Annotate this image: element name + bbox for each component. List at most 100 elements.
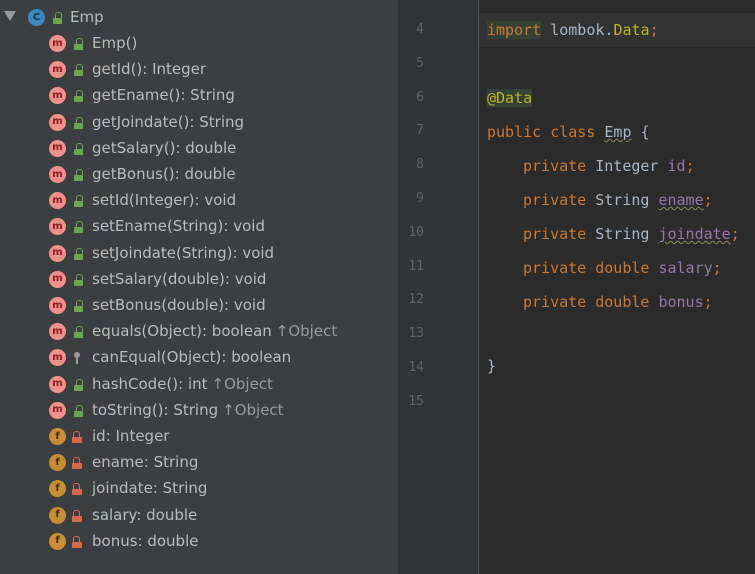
method-icon: m (49, 35, 66, 52)
tree-method-row[interactable]: m hashCode(): int ↑Object (0, 373, 398, 397)
tree-method-row[interactable]: m equals(Object): boolean ↑Object (0, 320, 398, 344)
tree-field-row[interactable]: f bonus: double (0, 530, 398, 554)
method-icon: m (49, 401, 66, 419)
method-signature: setId(Integer): void (92, 191, 236, 209)
member-signature-text: canEqual(Object): boolean (92, 348, 292, 367)
method-icon: m (49, 61, 66, 79)
member-signature-text: toString(): String (92, 400, 219, 419)
member-signature-text: getId(): Integer (92, 60, 207, 79)
line-number: 8 (416, 157, 424, 173)
member-signature-text: setEname(String): void (92, 217, 265, 236)
line-number: 11 (408, 258, 424, 274)
inherited-from-label: ↑Object (222, 400, 284, 419)
field-signature: bonus: double (92, 532, 198, 550)
method-signature: setSalary(double): void (92, 270, 266, 288)
line-number: 5 (416, 55, 424, 71)
tree-method-row[interactable]: m setBonus(double): void (0, 294, 398, 318)
method-icon: m (49, 349, 66, 367)
method-signature: setEname(String): void (92, 217, 265, 235)
member-signature-text: hashCode(): int (92, 374, 208, 393)
line-number: 10 (408, 224, 424, 240)
tree-method-row[interactable]: m setSalary(double): void (0, 268, 398, 292)
public-visibility-icon (74, 142, 84, 155)
method-signature: toString(): String ↑Object (92, 401, 284, 419)
public-visibility-icon (74, 404, 84, 417)
field-signature: joindate: String (92, 479, 207, 497)
line-number: 15 (408, 393, 424, 409)
method-signature: hashCode(): int ↑Object (92, 375, 273, 393)
public-visibility-icon (74, 64, 84, 77)
tree-method-row[interactable]: m getJoindate(): String (0, 111, 398, 135)
method-signature: canEqual(Object): boolean (92, 348, 291, 366)
line-number: 14 (408, 360, 424, 375)
field-signature: salary: double (92, 506, 197, 524)
method-icon: m (49, 166, 66, 183)
method-icon: m (49, 139, 66, 157)
tree-method-row[interactable]: m setEname(String): void (0, 215, 398, 239)
tree-method-row[interactable]: m getEname(): String (0, 84, 398, 108)
method-signature: getSalary(): double (92, 139, 236, 157)
inherited-from-label: ↑Object (275, 322, 338, 341)
collapse-arrow-icon[interactable] (4, 11, 16, 21)
tree-method-row[interactable]: m getBonus(): double (0, 163, 398, 187)
line-number: 12 (408, 292, 424, 308)
code-line-field: private String joindate; (523, 225, 740, 243)
code-line-class-close: } (487, 357, 497, 375)
member-signature-text: id: Integer (92, 427, 170, 445)
member-signature-text: salary: double (92, 505, 198, 524)
tree-root-class[interactable]: C Emp (0, 6, 398, 30)
code-editor[interactable]: import lombok.Data; @Data public class E… (479, 0, 755, 574)
tree-method-row[interactable]: m setJoindate(String): void (0, 242, 398, 266)
code-line-import: import lombok.Data; (487, 21, 659, 39)
tree-field-row[interactable]: f salary: double (0, 504, 398, 528)
tree-method-row[interactable]: m setId(Integer): void (0, 189, 398, 213)
tree-method-row[interactable]: m Emp() (0, 32, 398, 56)
method-signature: getBonus(): double (92, 165, 236, 183)
method-icon: m (49, 270, 66, 288)
tree-method-row[interactable]: m getId(): Integer (0, 58, 398, 82)
method-icon: m (49, 113, 66, 131)
method-signature: getJoindate(): String (92, 113, 244, 131)
field-signature: ename: String (92, 453, 198, 471)
method-signature: Emp() (92, 34, 137, 52)
tree-method-row[interactable]: m getSalary(): double (0, 137, 398, 161)
field-icon: f (49, 428, 66, 445)
method-signature: getEname(): String (92, 86, 235, 104)
method-icon: m (49, 323, 66, 341)
line-number: 4 (416, 22, 424, 37)
method-signature: equals(Object): boolean ↑Object (92, 322, 337, 340)
structure-panel: C Emp m Emp() m getId(): Integer m getEname()… (0, 0, 399, 574)
private-visibility-icon (72, 457, 82, 470)
code-line-field: private double bonus; (523, 293, 713, 311)
editor-gutter: 4 5 6 7 8 9 10 11 12 13 14 15 (399, 0, 479, 574)
member-signature-text: equals(Object): boolean (92, 322, 272, 341)
tree-field-row[interactable]: f joindate: String (0, 477, 398, 501)
line-number: 6 (416, 89, 424, 105)
member-signature-text: bonus: double (92, 531, 199, 550)
field-icon: f (49, 480, 66, 498)
member-signature-text: setBonus(double): void (92, 296, 266, 314)
code-line-field: private String ename; (523, 191, 713, 209)
public-visibility-icon (74, 38, 84, 50)
member-signature-text: getBonus(): double (92, 165, 236, 183)
tree-field-row[interactable]: f id: Integer (0, 425, 398, 449)
member-signature-text: getJoindate(): String (92, 112, 245, 131)
method-icon: m (49, 218, 66, 236)
method-icon: m (49, 297, 66, 314)
member-signature-text: setJoindate(String): void (92, 243, 275, 262)
tree-method-row[interactable]: m toString(): String ↑Object (0, 399, 398, 423)
tree-method-row[interactable]: m canEqual(Object): boolean (0, 346, 398, 370)
member-signature-text: ename: String (92, 453, 199, 472)
member-signature-text: joindate: String (92, 479, 208, 498)
public-visibility-icon (74, 116, 84, 129)
field-icon: f (49, 506, 66, 524)
line-number: 9 (416, 191, 424, 206)
field-icon: f (49, 532, 66, 550)
tree-field-row[interactable]: f ename: String (0, 451, 398, 475)
method-icon: m (49, 87, 66, 105)
code-line-class-decl: public class Emp { (487, 123, 650, 141)
class-name: Emp (70, 8, 104, 26)
class-icon: C (28, 9, 45, 26)
method-signature: setJoindate(String): void (92, 244, 274, 262)
public-visibility-icon (74, 169, 84, 181)
